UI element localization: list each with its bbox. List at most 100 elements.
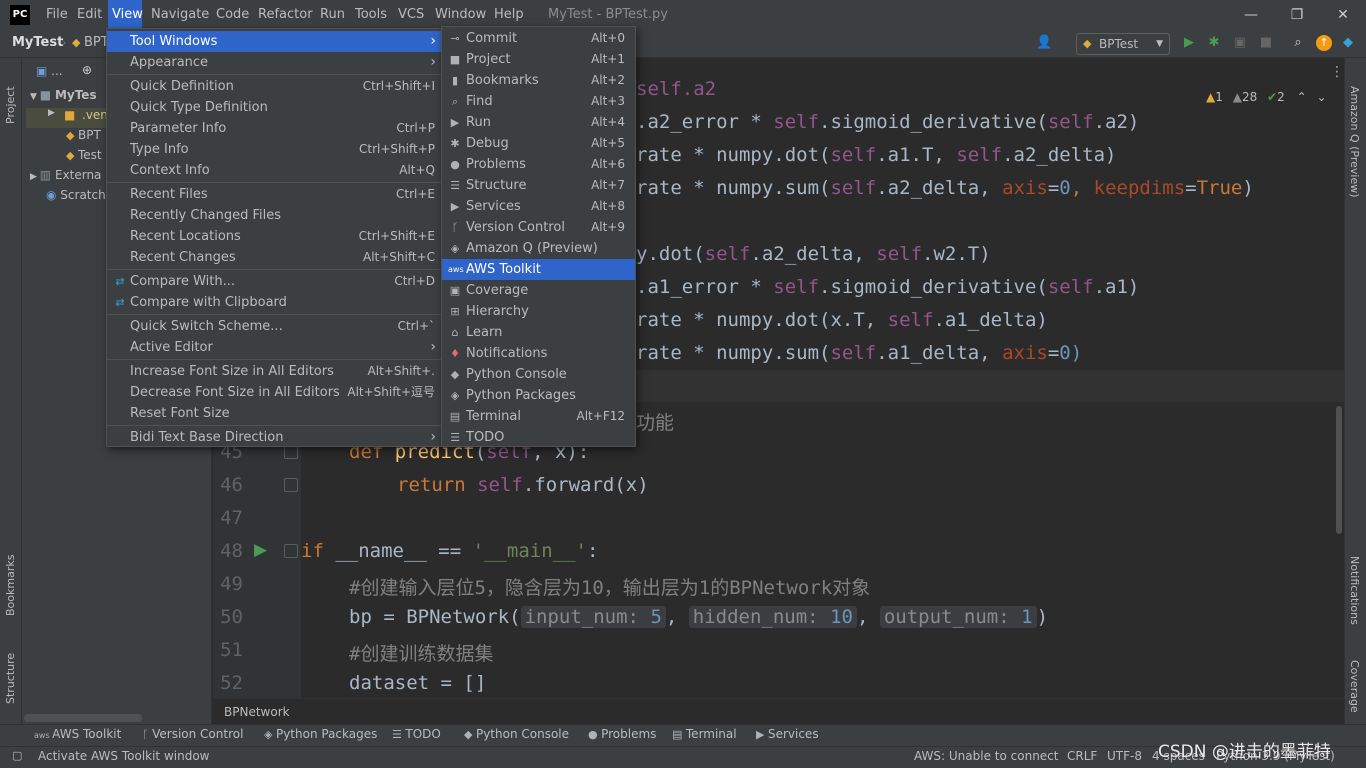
view-menu-item-quick-switch-scheme[interactable]: Quick Switch Scheme... Ctrl+` [107, 316, 442, 337]
crosshair-icon[interactable]: ⊕ [82, 63, 92, 77]
vertical-scrollbar[interactable] [1336, 406, 1342, 534]
tool-window-item-bookmarks[interactable]: ▮ Bookmarks Alt+2 [442, 70, 635, 91]
tool-window-item-commit[interactable]: ⊸ Commit Alt+0 [442, 28, 635, 49]
bottom-tool-todo[interactable]: ☰ TODO [392, 727, 441, 741]
view-menu-item-decrease-font-size-in-all-editors[interactable]: Decrease Font Size in All Editors Alt+Shi… [107, 382, 442, 403]
horizontal-scrollbar[interactable] [24, 714, 142, 722]
inspection-widget[interactable]: ▲1 ▲28 ✔2 ⌃ ⌄ [1206, 90, 1327, 104]
tool-tab-amazonq[interactable]: Amazon Q (Preview) [1348, 86, 1361, 206]
tool-window-item-python-packages[interactable]: ◈ Python Packages [442, 385, 635, 406]
tool-tab-coverage[interactable]: Coverage [1348, 660, 1361, 720]
chevron-up-icon[interactable]: ⌃ [1297, 90, 1307, 104]
fold-marker-icon[interactable] [284, 544, 298, 558]
tree-item-bptest[interactable]: ◆ BPT [66, 128, 101, 142]
restore-button[interactable]: ❐ [1274, 0, 1320, 30]
status-square-icon[interactable]: ▢ [12, 749, 22, 762]
editor-breadcrumb[interactable]: BPNetwork [213, 698, 1344, 724]
view-menu-item-type-info[interactable]: Type Info Ctrl+Shift+P [107, 139, 442, 160]
view-menu-item-increase-font-size-in-all-editors[interactable]: Increase Font Size in All Editors Alt+Shi… [107, 361, 442, 382]
view-menu-item-quick-definition[interactable]: Quick Definition Ctrl+Shift+I [107, 76, 442, 97]
project-view-selector[interactable]: ▣ ... [36, 64, 63, 78]
bottom-tool-aws-toolkit[interactable]: aws AWS Toolkit [34, 727, 121, 741]
tool-window-item-problems[interactable]: ● Problems Alt+6 [442, 154, 635, 175]
tree-item-external[interactable]: ▶ ▥ Externa [30, 168, 101, 182]
run-gutter-icon[interactable]: ▶ [254, 540, 267, 560]
menu-code[interactable]: Code [212, 0, 249, 30]
jetbrains-ai-icon[interactable]: ◆ [1340, 35, 1356, 51]
bottom-tool-python-packages[interactable]: ◈ Python Packages [264, 727, 377, 741]
tool-window-item-hierarchy[interactable]: ⊞ Hierarchy [442, 301, 635, 322]
debug-icon[interactable]: ✱ [1206, 35, 1222, 51]
tool-window-item-coverage[interactable]: ▣ Coverage [442, 280, 635, 301]
bottom-tool-python-console[interactable]: ◆ Python Console [464, 727, 569, 741]
coverage-run-icon[interactable]: ▣ [1232, 35, 1248, 51]
view-menu-item-appearance[interactable]: Appearance › [107, 52, 442, 73]
tool-window-item-todo[interactable]: ☰ TODO [442, 427, 635, 448]
tool-window-item-amazon-q-preview[interactable]: ◈ Amazon Q (Preview) [442, 238, 635, 259]
view-menu-item-reset-font-size[interactable]: Reset Font Size [107, 403, 442, 424]
tool-window-item-services[interactable]: ▶ Services Alt+8 [442, 196, 635, 217]
tool-window-item-debug[interactable]: ✱ Debug Alt+5 [442, 133, 635, 154]
tool-window-item-learn[interactable]: ⌂ Learn [442, 322, 635, 343]
menu-refactor[interactable]: Refactor [254, 0, 313, 30]
menu-file[interactable]: File [42, 0, 69, 30]
tree-item-venv[interactable]: ▶ ■ .ven [26, 108, 112, 128]
view-menu-item-compare-with[interactable]: ⇄ Compare With... Ctrl+D [107, 271, 442, 292]
view-menu-item-recent-files[interactable]: Recent Files Ctrl+E [107, 184, 442, 205]
close-button[interactable]: ✕ [1320, 0, 1366, 30]
view-menu-item-recent-changes[interactable]: Recent Changes Alt+Shift+C [107, 247, 442, 268]
bottom-tool-terminal[interactable]: ▤ Terminal [672, 727, 737, 741]
run-config-select[interactable]: ◆ BPTest ▼ [1076, 33, 1170, 55]
nav-crumb-project[interactable]: MyTest [12, 35, 63, 50]
tool-window-item-run[interactable]: ▶ Run Alt+4 [442, 112, 635, 133]
tree-item-scratches[interactable]: ◉ Scratch [46, 188, 106, 202]
tool-window-item-structure[interactable]: ☰ Structure Alt+7 [442, 175, 635, 196]
bottom-tool-version-control[interactable]: ᚴ Version Control [142, 727, 243, 741]
view-menu-item-quick-type-definition[interactable]: Quick Type Definition [107, 97, 442, 118]
menu-vcs[interactable]: VCS [394, 0, 427, 30]
bottom-tool-problems[interactable]: ● Problems [588, 727, 656, 741]
code-token: axis [1002, 342, 1048, 364]
tool-tab-structure[interactable]: Structure [4, 644, 17, 704]
user-icon[interactable]: 👤 [1036, 35, 1052, 51]
line-separator-status[interactable]: CRLF [1067, 749, 1097, 763]
menu-run[interactable]: Run [316, 0, 345, 30]
view-menu-item-recent-locations[interactable]: Recent Locations Ctrl+Shift+E [107, 226, 442, 247]
search-icon[interactable]: ⌕ [1290, 35, 1306, 51]
tool-window-item-terminal[interactable]: ▤ Terminal Alt+F12 [442, 406, 635, 427]
tool-window-item-find[interactable]: ⌕ Find Alt+3 [442, 91, 635, 112]
more-options-icon[interactable]: ⋮ [1330, 64, 1344, 80]
bottom-tool-services[interactable]: ▶ Services [756, 727, 819, 741]
run-icon[interactable]: ▶ [1181, 35, 1197, 51]
menu-navigate[interactable]: Navigate [147, 0, 209, 30]
menu-view[interactable]: View [108, 0, 143, 30]
tool-tab-bookmarks[interactable]: Bookmarks [4, 546, 17, 616]
aws-connection-status[interactable]: AWS: Unable to connect [914, 749, 1058, 763]
tree-item-test[interactable]: ◆ Test [66, 148, 102, 162]
menu-tools[interactable]: Tools [351, 0, 389, 30]
tool-tab-project[interactable]: Project [4, 64, 17, 124]
tree-item-mytest[interactable]: ▼ ■ MyTes [30, 88, 97, 102]
chevron-down-icon[interactable]: ⌄ [1316, 90, 1326, 104]
update-icon[interactable]: ↑ [1316, 35, 1332, 51]
fold-marker-icon[interactable] [284, 478, 298, 492]
minimize-button[interactable]: — [1228, 0, 1274, 30]
view-menu-item-compare-with-clipboard[interactable]: ⇄ Compare with Clipboard [107, 292, 442, 313]
view-menu-item-active-editor[interactable]: Active Editor › [107, 337, 442, 358]
view-menu-item-bidi-text-base-direction[interactable]: Bidi Text Base Direction › [107, 427, 442, 448]
tool-window-item-notifications[interactable]: ♦ Notifications [442, 343, 635, 364]
tool-window-item-aws-toolkit[interactable]: aws AWS Toolkit [442, 259, 635, 280]
view-menu-item-recently-changed-files[interactable]: Recently Changed Files [107, 205, 442, 226]
nav-crumb-file[interactable]: ◆ BPT [72, 35, 109, 50]
tool-window-item-version-control[interactable]: ᚴ Version Control Alt+9 [442, 217, 635, 238]
menu-edit[interactable]: Edit [73, 0, 102, 30]
view-menu-item-parameter-info[interactable]: Parameter Info Ctrl+P [107, 118, 442, 139]
stop-icon[interactable]: ■ [1258, 35, 1274, 51]
view-menu-item-context-info[interactable]: Context Info Alt+Q [107, 160, 442, 181]
tool-tab-notifications[interactable]: Notifications [1348, 556, 1361, 636]
folder-icon: ■ [64, 108, 76, 122]
view-menu-item-tool-windows[interactable]: Tool Windows › [107, 31, 442, 52]
tool-window-item-python-console[interactable]: ◆ Python Console [442, 364, 635, 385]
encoding-status[interactable]: UTF-8 [1107, 749, 1142, 763]
tool-window-item-project[interactable]: ■ Project Alt+1 [442, 49, 635, 70]
